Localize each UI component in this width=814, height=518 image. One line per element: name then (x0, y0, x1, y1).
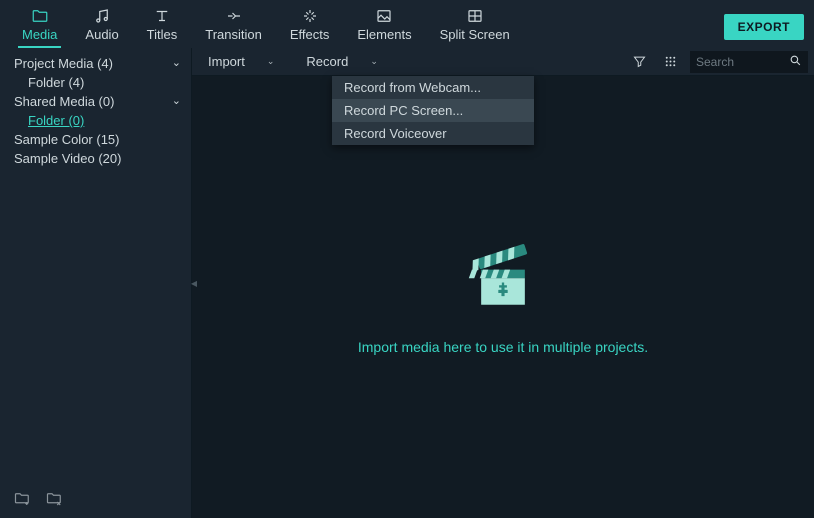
tab-label: Split Screen (440, 27, 510, 42)
tab-titles[interactable]: Titles (133, 3, 192, 48)
content-toolbar: Import ⌄ Record ⌄ Record from Webc (192, 48, 814, 76)
image-icon (375, 7, 393, 25)
record-label: Record (306, 54, 348, 69)
tree-label: Folder (4) (28, 74, 181, 91)
tree-project-media[interactable]: Project Media (4) ⌄ (0, 54, 191, 73)
dd-record-voiceover[interactable]: Record Voiceover (332, 122, 534, 145)
search-icon (789, 54, 802, 70)
tab-elements[interactable]: Elements (343, 3, 425, 48)
record-button[interactable]: Record ⌄ (290, 48, 393, 75)
sparkle-icon (301, 7, 319, 25)
tree-shared-media[interactable]: Shared Media (0) ⌄ (0, 92, 191, 111)
tab-label: Audio (85, 27, 118, 42)
record-dropdown: Record from Webcam... Record PC Screen..… (332, 76, 534, 145)
remove-folder-icon[interactable] (46, 491, 64, 510)
sidebar: Project Media (4) ⌄ Folder (4) Shared Me… (0, 48, 192, 518)
search-input[interactable] (696, 55, 789, 69)
dd-record-screen[interactable]: Record PC Screen... (332, 99, 534, 122)
tab-effects[interactable]: Effects (276, 3, 344, 48)
tab-label: Effects (290, 27, 330, 42)
chevron-down-icon: ⌄ (267, 56, 275, 67)
clapperboard-icon (464, 240, 542, 321)
tab-transition[interactable]: Transition (191, 3, 276, 48)
tree-label: Project Media (4) (14, 55, 172, 72)
filter-icon[interactable] (624, 54, 655, 69)
import-button[interactable]: Import ⌄ (192, 48, 290, 75)
content-panel: ◀ Import ⌄ Record ⌄ (192, 48, 814, 518)
tree-folder-4[interactable]: Folder (4) (0, 73, 191, 92)
splitscreen-icon (466, 7, 484, 25)
tree-label: Sample Video (20) (14, 150, 181, 167)
chevron-down-icon: ⌄ (172, 93, 181, 110)
tree-sample-video[interactable]: Sample Video (20) (0, 149, 191, 168)
tab-label: Media (22, 27, 57, 42)
tree-sample-color[interactable]: Sample Color (15) (0, 130, 191, 149)
import-label: Import (208, 54, 245, 69)
new-folder-icon[interactable] (14, 491, 32, 510)
chevron-down-icon: ⌄ (172, 55, 181, 72)
dd-record-webcam[interactable]: Record from Webcam... (332, 76, 534, 99)
media-tree: Project Media (4) ⌄ Folder (4) Shared Me… (0, 48, 191, 168)
transition-icon (225, 7, 243, 25)
canvas-hint: Import media here to use it in multiple … (358, 339, 648, 355)
tree-label: Folder (0) (28, 112, 181, 129)
search-box[interactable] (690, 51, 808, 73)
tab-label: Titles (147, 27, 178, 42)
main-area: Project Media (4) ⌄ Folder (4) Shared Me… (0, 48, 814, 518)
chevron-down-icon: ⌄ (370, 56, 378, 67)
tab-label: Elements (357, 27, 411, 42)
tab-media[interactable]: Media (8, 3, 71, 48)
grid-view-icon[interactable] (655, 54, 686, 69)
tree-label: Sample Color (15) (14, 131, 181, 148)
music-icon (93, 7, 111, 25)
tab-splitscreen[interactable]: Split Screen (426, 3, 524, 48)
tree-label: Shared Media (0) (14, 93, 172, 110)
collapse-handle[interactable]: ◀ (191, 263, 197, 303)
folder-icon (31, 7, 49, 25)
tree-folder-0[interactable]: Folder (0) (0, 111, 191, 130)
export-button[interactable]: EXPORT (724, 14, 804, 40)
top-tab-bar: Media Audio Titles Transition Effects El… (0, 0, 814, 48)
sidebar-footer (14, 491, 64, 510)
tab-label: Transition (205, 27, 262, 42)
tab-audio[interactable]: Audio (71, 3, 132, 48)
text-icon (153, 7, 171, 25)
